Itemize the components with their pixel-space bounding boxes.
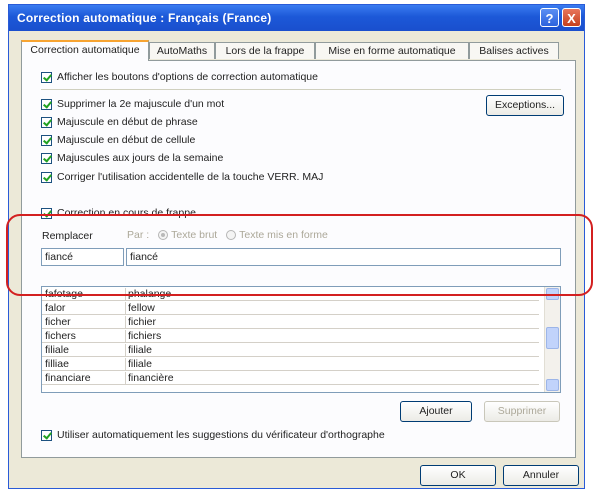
with-input[interactable]: fiancé [126, 248, 561, 266]
plain-text-label: Texte brut [171, 229, 218, 241]
checkbox-checked-icon[interactable] [41, 116, 52, 128]
capitalize-days-label: Majuscules aux jours de la semaine [57, 152, 224, 165]
list-row[interactable]: fichers fichiers [42, 330, 539, 343]
radio-selected-icon[interactable] [158, 230, 169, 241]
help-button[interactable]: ? [540, 8, 559, 27]
scroll-up-icon[interactable] [546, 288, 559, 300]
list-row[interactable]: filiale filiale [42, 344, 539, 357]
checkbox-checked-icon[interactable] [41, 207, 52, 219]
list-cell-from: financiare [45, 372, 126, 384]
caps-lock-option[interactable]: Corriger l'utilisation accidentelle de l… [41, 170, 323, 184]
exceptions-button[interactable]: Exceptions... [486, 95, 564, 116]
cancel-button[interactable]: Annuler [503, 465, 579, 486]
by-label: Par : [127, 229, 150, 241]
show-buttons-label: Afficher les boutons d'options de correc… [57, 71, 318, 84]
checkbox-checked-icon[interactable] [41, 134, 52, 146]
show-buttons-option[interactable]: Afficher les boutons d'options de correc… [41, 70, 318, 84]
list-cell-to: filiale [128, 344, 152, 356]
tab-lors-de-la-frappe[interactable]: Lors de la frappe [215, 42, 315, 59]
close-button[interactable]: X [562, 8, 581, 27]
tab-balises-actives[interactable]: Balises actives [469, 42, 559, 59]
capitalize-days-option[interactable]: Majuscules aux jours de la semaine [41, 151, 223, 165]
capitalize-cell-option[interactable]: Majuscule en début de cellule [41, 133, 195, 147]
list-cell-to: fichiers [128, 330, 162, 342]
capitalize-sentence-option[interactable]: Majuscule en début de phrase [41, 115, 198, 129]
list-cell-from: ficher [45, 316, 126, 328]
list-cell-from: filliae [45, 358, 126, 370]
list-cell-to: fichier [128, 316, 157, 328]
capitalize-sentence-label: Majuscule en début de phrase [57, 116, 198, 129]
two-initial-caps-label: Supprimer la 2e majuscule d'un mot [57, 98, 225, 111]
tab-correction-automatique[interactable]: Correction automatique [21, 40, 149, 61]
list-cell-to: fellow [128, 302, 155, 314]
list-cell-from: fichers [45, 330, 126, 342]
ok-button[interactable]: OK [420, 465, 496, 486]
list-row[interactable]: financiare financière [42, 372, 539, 385]
list-cell-from: fafotage [45, 288, 126, 300]
replace-typing-label: Correction en cours de frappe [57, 207, 196, 220]
use-suggestions-label: Utiliser automatiquement les suggestions… [57, 429, 385, 442]
scroll-thumb[interactable] [546, 327, 559, 349]
checkbox-checked-icon[interactable] [41, 429, 52, 441]
list-cell-from: filiale [45, 344, 126, 356]
title-bar: Correction automatique : Français (Franc… [9, 5, 584, 31]
list-scrollbar[interactable] [544, 287, 560, 392]
radio-unselected-icon[interactable] [226, 230, 237, 241]
checkbox-checked-icon[interactable] [41, 171, 52, 183]
replacement-list[interactable]: fafotage phalange falor fellow ficher fichi… [41, 286, 561, 393]
add-button[interactable]: Ajouter [400, 401, 472, 422]
capitalize-cell-label: Majuscule en début de cellule [57, 134, 196, 147]
replace-input[interactable]: fiancé [41, 248, 124, 266]
window-title: Correction automatique : Français (Franc… [17, 11, 272, 25]
list-row[interactable]: filliae filiale [42, 358, 539, 371]
delete-button[interactable]: Supprimer [484, 401, 560, 422]
list-row[interactable]: fafotage phalange [42, 288, 539, 301]
replace-format-group: Par : Texte brut Texte mis en forme [127, 229, 328, 241]
list-cell-to: financière [128, 372, 174, 384]
list-cell-to: phalange [128, 288, 172, 300]
list-row[interactable]: falor fellow [42, 302, 539, 315]
tab-automaths[interactable]: AutoMaths [149, 42, 215, 59]
use-suggestions-option[interactable]: Utiliser automatiquement les suggestions… [41, 428, 385, 442]
separator [41, 89, 561, 90]
list-cell-to: filiale [128, 358, 152, 370]
replace-label: Remplacer [42, 230, 93, 242]
formatted-text-label: Texte mis en forme [239, 229, 328, 241]
checkbox-checked-icon[interactable] [41, 71, 52, 83]
caps-lock-label: Corriger l'utilisation accidentelle de l… [57, 171, 324, 184]
list-row[interactable]: ficher fichier [42, 316, 539, 329]
two-initial-caps-option[interactable]: Supprimer la 2e majuscule d'un mot [41, 97, 224, 111]
replace-typing-option[interactable]: Correction en cours de frappe [41, 206, 196, 220]
checkbox-checked-icon[interactable] [41, 98, 52, 110]
tab-mise-en-forme[interactable]: Mise en forme automatique [315, 42, 469, 59]
checkbox-checked-icon[interactable] [41, 152, 52, 164]
list-cell-from: falor [45, 302, 126, 314]
scroll-down-icon[interactable] [546, 379, 559, 391]
